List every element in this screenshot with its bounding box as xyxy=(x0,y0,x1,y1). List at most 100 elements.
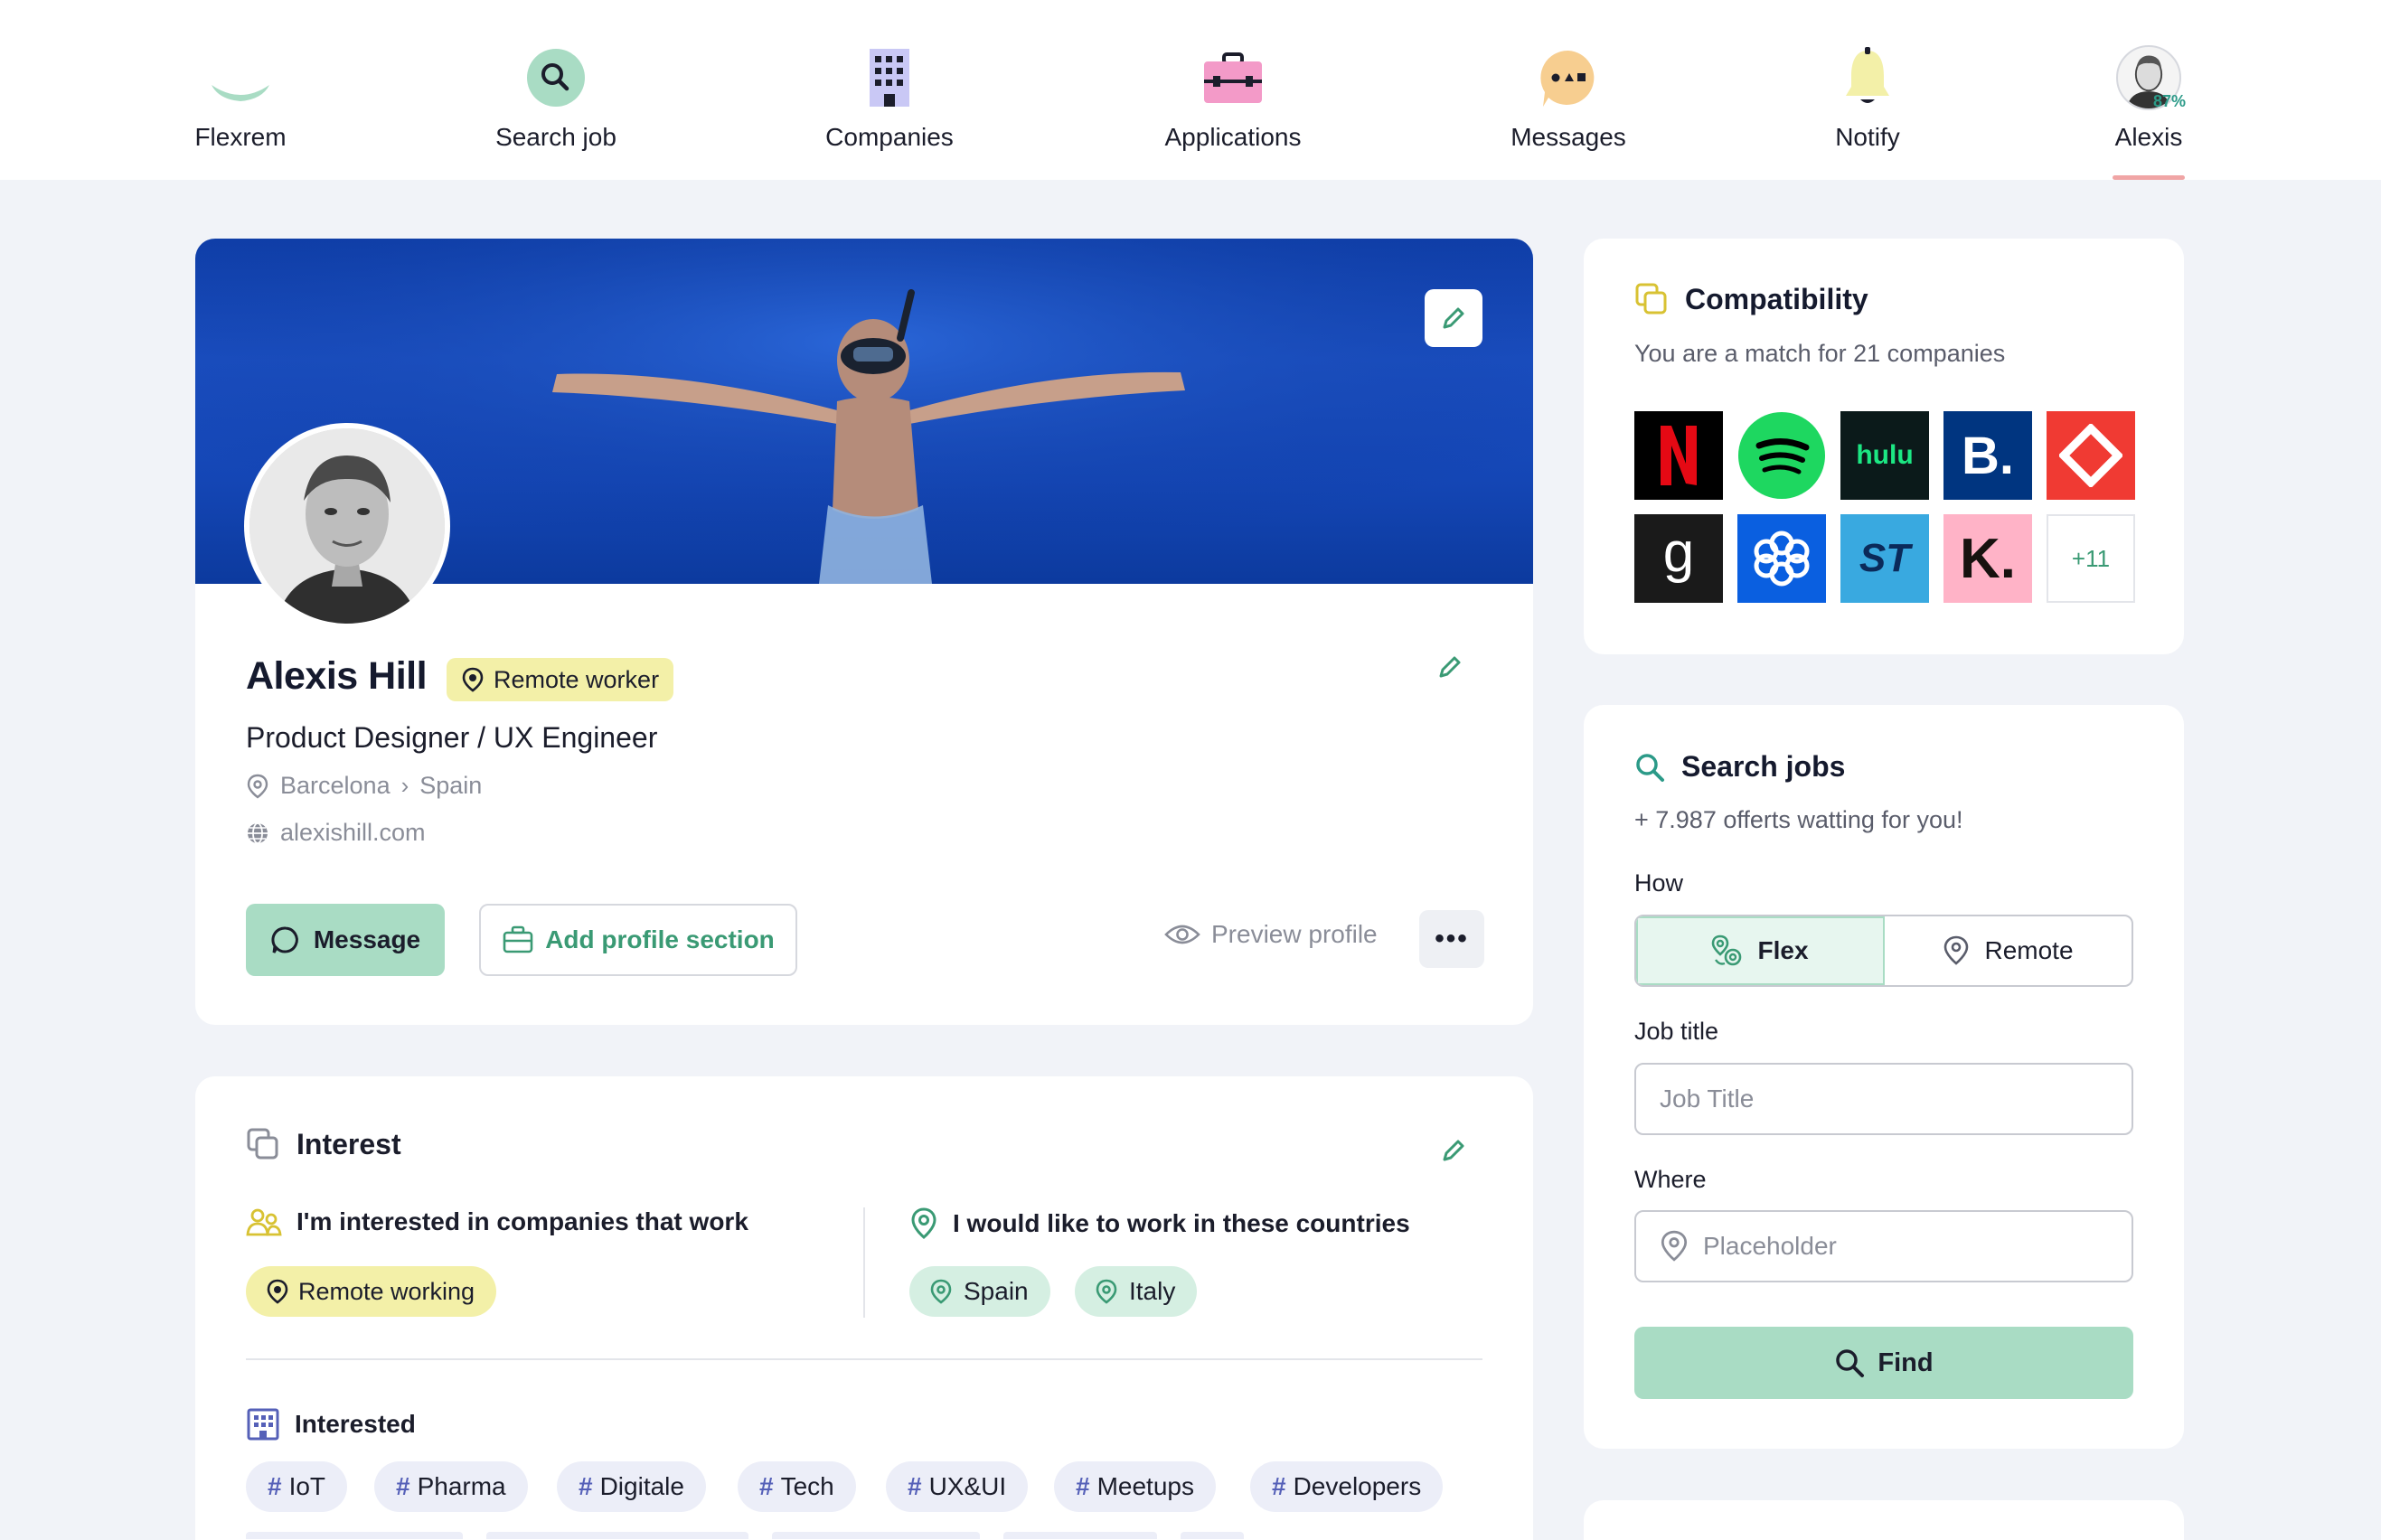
search-jobs-title: Search jobs xyxy=(1634,750,1845,784)
diamond-logo[interactable] xyxy=(2047,411,2135,500)
edit-cover-button[interactable] xyxy=(1425,289,1482,347)
more-companies-count: +11 xyxy=(2071,544,2111,572)
chat-bubble-icon xyxy=(1540,50,1595,107)
section-divider xyxy=(246,1358,1482,1360)
diamond-arrow-icon xyxy=(2059,424,2122,487)
nav-applications-label: Applications xyxy=(1164,123,1302,151)
flex-pins-icon xyxy=(1712,934,1742,966)
interest-title-label: Interest xyxy=(296,1127,401,1160)
edit-profile-button[interactable] xyxy=(1421,638,1479,696)
nav-brand[interactable]: Flexrem xyxy=(194,0,287,180)
message-button-label: Message xyxy=(313,925,421,953)
interest-tag[interactable]: # Tech xyxy=(738,1461,856,1512)
job-title-input[interactable] xyxy=(1660,1085,2108,1113)
flex-option-label: Flex xyxy=(1757,936,1809,964)
remote-option[interactable]: Remote xyxy=(1885,916,2132,985)
bell-icon xyxy=(1846,47,1889,103)
search-jobs-title-label: Search jobs xyxy=(1681,750,1846,783)
hashtag-icon: # xyxy=(908,1472,922,1500)
interest-tag[interactable]: # Pharma xyxy=(374,1461,528,1512)
preview-profile-link[interactable]: Preview profile xyxy=(1164,920,1378,949)
interest-tag[interactable]: # UX&UI xyxy=(886,1461,1029,1512)
netflix-logo[interactable] xyxy=(1634,411,1723,500)
top-navigation: Flexrem Search job Companies Application… xyxy=(0,0,2381,180)
nav-profile[interactable]: Alexis xyxy=(2103,0,2194,180)
find-button[interactable]: Find xyxy=(1634,1327,2133,1399)
profile-website-label: alexishill.com xyxy=(280,819,426,846)
profile-completion: 87% xyxy=(2153,92,2187,110)
building-icon xyxy=(870,49,909,107)
job-title-field xyxy=(1634,1063,2133,1135)
location-pin-icon xyxy=(462,667,484,692)
message-button[interactable]: Message xyxy=(246,904,445,976)
countries-heading-label: I would like to work in these countries xyxy=(953,1209,1410,1237)
more-options-button[interactable]: ••• xyxy=(1419,910,1484,968)
active-nav-indicator xyxy=(2113,175,2185,180)
map-pin-icon xyxy=(1096,1279,1117,1304)
nav-applications[interactable]: Applications xyxy=(1165,0,1301,180)
work-preference-heading: I'm interested in companies that work xyxy=(246,1207,748,1236)
nav-companies[interactable]: Companies xyxy=(825,0,954,180)
chevron-right-icon: › xyxy=(400,772,409,799)
nav-messages-label: Messages xyxy=(1510,123,1626,151)
pencil-icon xyxy=(1443,307,1464,329)
nav-notify-label: Notify xyxy=(1835,123,1900,151)
nav-messages[interactable]: Messages xyxy=(1510,0,1626,180)
interested-heading-label: Interested xyxy=(295,1410,416,1438)
profile-website[interactable]: alexishill.com xyxy=(246,819,426,847)
interest-tag-label: UX&UI xyxy=(928,1472,1007,1500)
search-icon xyxy=(1836,1349,1865,1377)
hulu-logo[interactable]: hulu xyxy=(1840,411,1929,500)
remote-working-tag: Remote working xyxy=(246,1266,497,1317)
map-pin-icon xyxy=(930,1279,952,1304)
pencil-icon xyxy=(1443,1140,1464,1161)
preview-profile-label: Preview profile xyxy=(1211,920,1378,948)
interest-tag-label: Developers xyxy=(1293,1472,1422,1500)
klarna-logo[interactable]: K. xyxy=(1943,514,2032,603)
interest-tag[interactable]: # Meetups xyxy=(1054,1461,1216,1512)
edit-interest-button[interactable] xyxy=(1425,1122,1482,1179)
where-label: Where xyxy=(1634,1166,1707,1193)
profile-country: Spain xyxy=(419,772,483,799)
where-input[interactable] xyxy=(1703,1232,2108,1261)
hashtag-icon: # xyxy=(759,1472,774,1500)
add-profile-section-label: Add profile section xyxy=(545,925,775,953)
goodreads-wordmark: g xyxy=(1662,521,1695,584)
interest-tag[interactable]: # Digitale xyxy=(557,1461,706,1512)
country-tag-spain: Spain xyxy=(909,1266,1050,1317)
hashtag-icon: # xyxy=(396,1472,410,1500)
interest-card: Interest I'm interested in companies tha… xyxy=(195,1076,1533,1540)
map-pin-icon xyxy=(247,774,268,798)
flower-logo[interactable] xyxy=(1737,514,1826,603)
building-grid-icon xyxy=(247,1408,279,1441)
remote-worker-badge: Remote worker xyxy=(447,658,674,701)
compatibility-subtitle: You are a match for 21 companies xyxy=(1634,340,2006,367)
interest-tag[interactable]: # Developers xyxy=(1250,1461,1444,1512)
interest-title: Interest xyxy=(246,1127,401,1161)
interest-tag[interactable]: # IoT xyxy=(246,1461,348,1512)
nav-notify[interactable]: Notify xyxy=(1822,0,1913,180)
profile-city: Barcelona xyxy=(280,772,391,799)
profile-portrait xyxy=(249,428,445,624)
spotify-logo[interactable] xyxy=(1737,411,1826,500)
spotify-icon xyxy=(1738,412,1825,499)
booking-logo[interactable]: B. xyxy=(1943,411,2032,500)
flex-option[interactable]: Flex xyxy=(1636,916,1885,985)
location-pin-icon xyxy=(267,1279,288,1304)
work-preference-label: I'm interested in companies that work xyxy=(296,1207,748,1235)
globe-icon xyxy=(248,822,268,844)
more-companies-button[interactable]: +11 xyxy=(2047,514,2135,603)
flower-icon xyxy=(1754,531,1810,587)
add-profile-section-button[interactable]: Add profile section xyxy=(479,904,797,976)
st-logo[interactable]: ST xyxy=(1840,514,1929,603)
klarna-wordmark: K. xyxy=(1960,527,2016,590)
interest-tag-label: Meetups xyxy=(1096,1472,1194,1500)
map-pin-icon xyxy=(1661,1230,1688,1262)
goodreads-logo[interactable]: g xyxy=(1634,514,1723,603)
profile-name: Alexis Hill xyxy=(246,654,428,698)
nav-search-job[interactable]: Search job xyxy=(495,0,616,180)
nav-brand-label: Flexrem xyxy=(194,123,287,151)
profile-card: Alexis Hill Remote worker Product Design… xyxy=(195,239,1533,1025)
profile-location: Barcelona › Spain xyxy=(246,772,482,800)
compatibility-card: Compatibility You are a match for 21 com… xyxy=(1584,239,2184,654)
